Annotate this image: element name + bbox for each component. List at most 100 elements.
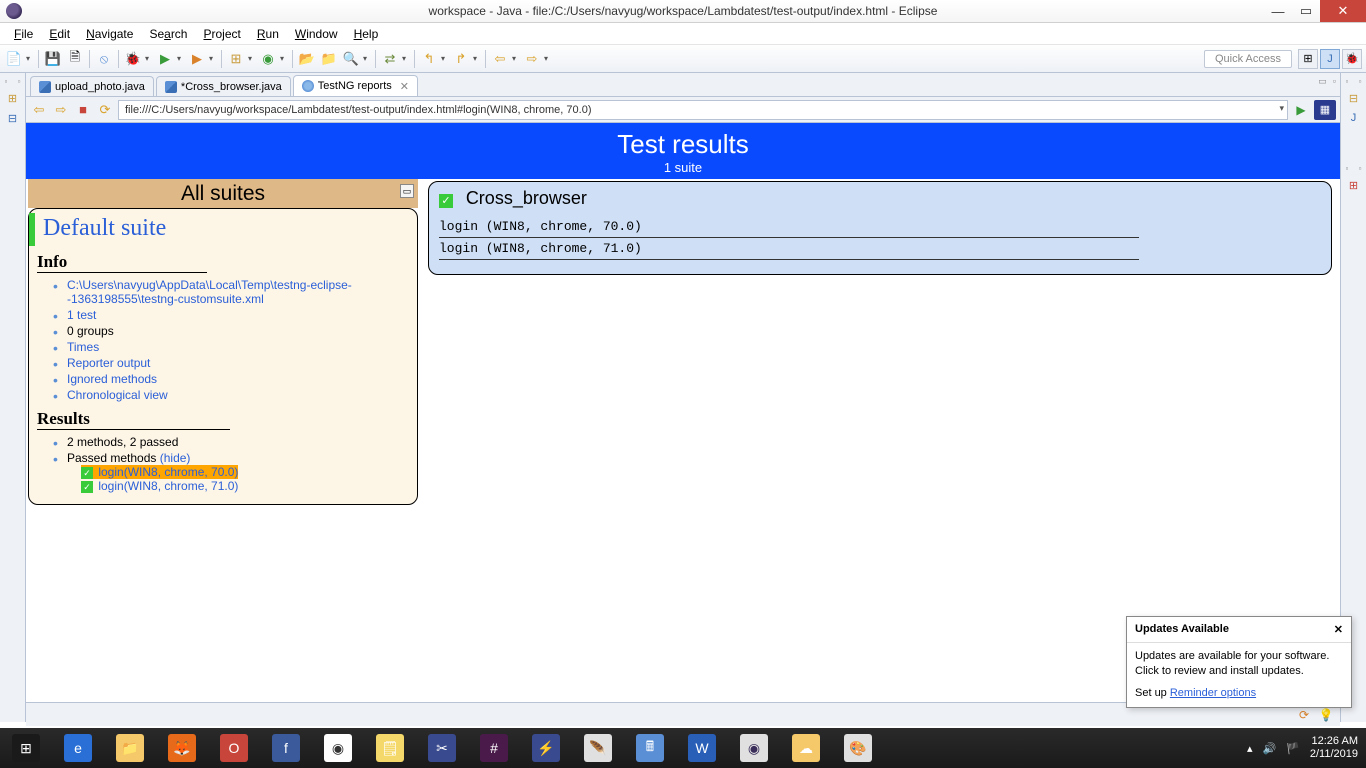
explorer-button[interactable]: 📁 [104, 728, 156, 768]
back-button[interactable]: ⇦ [490, 49, 510, 69]
tip-icon[interactable]: 💡 [1318, 707, 1334, 723]
nav-prev-button[interactable]: ↰ [419, 49, 439, 69]
action-center-icon[interactable]: 🏴 [1286, 742, 1300, 755]
suite-name-link[interactable]: Default suite [29, 213, 409, 246]
dropdown-icon[interactable]: ▾ [26, 54, 34, 63]
info-chrono-link[interactable]: Chronological view [67, 388, 168, 402]
tab-upload-photo[interactable]: upload_photo.java [30, 76, 154, 96]
restore-icon[interactable]: ▫▫ [5, 77, 21, 86]
hide-link[interactable]: (hide) [160, 451, 191, 465]
dropdown-icon[interactable]: ▾ [512, 54, 520, 63]
info-ignored-link[interactable]: Ignored methods [67, 372, 157, 386]
run-button[interactable]: ▶ [155, 49, 175, 69]
save-all-button[interactable]: 🗎 [65, 49, 85, 69]
dropdown-icon[interactable]: ▾ [363, 54, 371, 63]
eclipse-button[interactable]: ◉ [728, 728, 780, 768]
collapse-button[interactable]: ▭ [400, 184, 414, 198]
popup-close-icon[interactable]: ✕ [1334, 623, 1343, 636]
skip-breakpoints-icon[interactable]: ⦸ [94, 49, 114, 69]
info-testcount-link[interactable]: 1 test [67, 308, 96, 322]
new-package-button[interactable]: ⊞ [226, 49, 246, 69]
menu-run[interactable]: Run [249, 25, 287, 43]
minimize-view-icon[interactable]: ▭ [1318, 76, 1327, 87]
forward-button[interactable]: ⇨ [522, 49, 542, 69]
notes-button[interactable]: 🗒 [364, 728, 416, 768]
search-button[interactable]: 🔍 [341, 49, 361, 69]
jmeter-button[interactable]: 🪶 [572, 728, 624, 768]
save-button[interactable]: 💾 [43, 49, 63, 69]
calc-button[interactable]: 🖩 [624, 728, 676, 768]
browser-refresh-icon[interactable]: ⟳ [96, 101, 114, 119]
dropdown-icon[interactable]: ▾ [145, 54, 153, 63]
slack-button[interactable]: # [468, 728, 520, 768]
menu-edit[interactable]: Edit [41, 25, 78, 43]
passed-method-link[interactable]: login(WIN8, chrome, 70.0) [98, 465, 238, 479]
detail-row[interactable]: login (WIN8, chrome, 71.0) [439, 238, 1139, 260]
dropdown-icon[interactable]: ▾ [177, 54, 185, 63]
server-button-icon[interactable]: ▦ [1314, 100, 1336, 120]
menu-navigate[interactable]: Navigate [78, 25, 141, 43]
hierarchy-icon[interactable]: ⊟ [5, 110, 21, 126]
dropdown-icon[interactable]: ▾ [248, 54, 256, 63]
browser-back-icon[interactable]: ⇦ [30, 101, 48, 119]
facebook-button[interactable]: f [260, 728, 312, 768]
reminder-options-link[interactable]: Reminder options [1170, 687, 1256, 699]
run-last-button[interactable]: ▶ [187, 49, 207, 69]
browser-stop-icon[interactable]: ■ [74, 101, 92, 119]
java-perspective-button[interactable]: J [1320, 49, 1340, 69]
package-explorer-icon[interactable]: ⊞ [5, 90, 21, 106]
word-button[interactable]: W [676, 728, 728, 768]
clock[interactable]: 12:26 AM 2/11/2019 [1310, 735, 1358, 761]
info-path-link[interactable]: C:\Users\navyug\AppData\Local\Temp\testn… [67, 278, 352, 306]
chrome-button[interactable]: ◉ [312, 728, 364, 768]
restore-icon[interactable]: ▫▫ [1346, 164, 1362, 173]
new-class-button[interactable]: ◉ [258, 49, 278, 69]
putty-button[interactable]: ⚡ [520, 728, 572, 768]
open-type-button[interactable]: 📂 [297, 49, 317, 69]
menu-search[interactable]: Search [141, 25, 195, 43]
dropdown-icon[interactable]: ▾ [209, 54, 217, 63]
nav-next-button[interactable]: ↱ [451, 49, 471, 69]
cloud-button[interactable]: ☁ [780, 728, 832, 768]
start-button[interactable]: ⊞ [0, 728, 52, 768]
open-task-button[interactable]: 📁 [319, 49, 339, 69]
close-tab-icon[interactable]: ✕ [400, 80, 409, 93]
opera-button[interactable]: O [208, 728, 260, 768]
dropdown-icon[interactable]: ▾ [280, 54, 288, 63]
quick-access-input[interactable]: Quick Access [1204, 50, 1292, 68]
go-button-icon[interactable]: ▶ [1292, 101, 1310, 119]
dropdown-icon[interactable]: ▾ [441, 54, 449, 63]
dropdown-icon[interactable]: ▾ [473, 54, 481, 63]
firefox-button[interactable]: 🦊 [156, 728, 208, 768]
new-button[interactable]: 📄 [4, 49, 24, 69]
update-icon[interactable]: ⟳ [1296, 707, 1312, 723]
paint-button[interactable]: 🎨 [832, 728, 884, 768]
maximize-view-icon[interactable]: ▫ [1333, 76, 1336, 87]
menu-window[interactable]: Window [287, 25, 346, 43]
info-times-link[interactable]: Times [67, 340, 99, 354]
tab-testng-reports[interactable]: TestNG reports ✕ [293, 75, 418, 96]
task-icon[interactable]: J [1346, 110, 1362, 126]
outline-icon[interactable]: ⊟ [1346, 90, 1362, 106]
url-input[interactable] [118, 100, 1288, 120]
dropdown-icon[interactable]: ▾ [402, 54, 410, 63]
tab-cross-browser[interactable]: *Cross_browser.java [156, 76, 291, 96]
debug-perspective-button[interactable]: 🐞 [1342, 49, 1362, 69]
problems-icon[interactable]: ⊞ [1346, 177, 1362, 193]
menu-project[interactable]: Project [195, 25, 248, 43]
menu-file[interactable]: File [6, 25, 41, 43]
volume-icon[interactable]: 🔊 [1262, 742, 1276, 755]
screenshot-button[interactable]: ✂ [416, 728, 468, 768]
passed-method-link[interactable]: login(WIN8, chrome, 71.0) [98, 479, 238, 493]
menu-help[interactable]: Help [346, 25, 387, 43]
ie-button[interactable]: e [52, 728, 104, 768]
detail-row[interactable]: login (WIN8, chrome, 70.0) [439, 216, 1139, 238]
browser-forward-icon[interactable]: ⇨ [52, 101, 70, 119]
info-reporter-link[interactable]: Reporter output [67, 356, 150, 370]
restore-icon[interactable]: ▫▫ [1346, 77, 1362, 86]
tray-chevron-icon[interactable]: ▴ [1247, 742, 1253, 755]
toggle-button[interactable]: ⇄ [380, 49, 400, 69]
open-perspective-button[interactable]: ⊞ [1298, 49, 1318, 69]
debug-button[interactable]: 🐞 [123, 49, 143, 69]
dropdown-icon[interactable]: ▾ [544, 54, 552, 63]
